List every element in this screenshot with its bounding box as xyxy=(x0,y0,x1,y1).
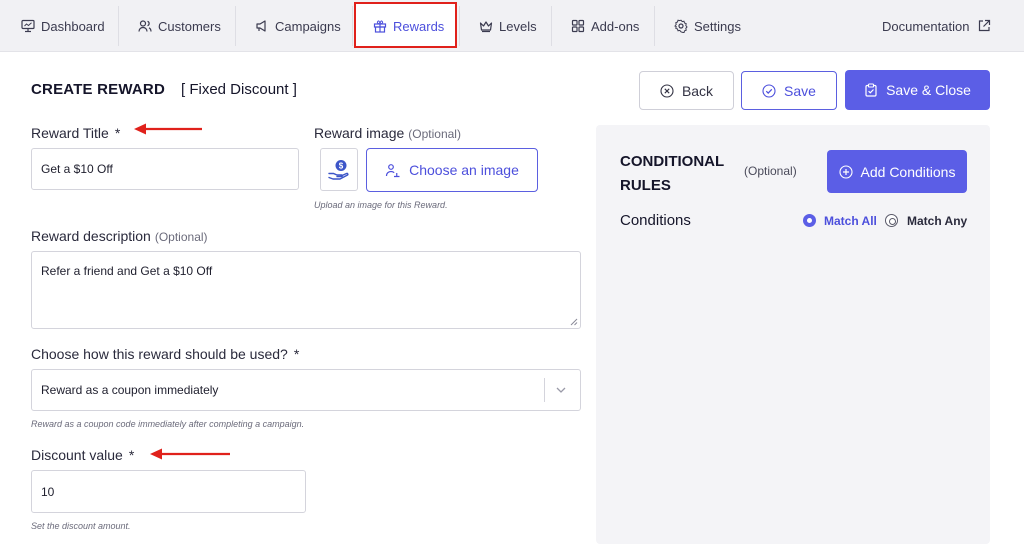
back-button[interactable]: Back xyxy=(639,71,734,110)
reward-description-label: Reward description (Optional) xyxy=(31,228,208,244)
nav-divider xyxy=(654,6,655,46)
match-all-label[interactable]: Match All xyxy=(824,214,877,228)
tab-campaigns-label: Campaigns xyxy=(275,18,341,34)
external-link-icon xyxy=(979,19,991,32)
discount-hint: Set the discount amount. xyxy=(31,521,131,531)
conditions-label: Conditions xyxy=(620,212,691,229)
nav-divider xyxy=(551,6,552,46)
tab-addons[interactable]: Add-ons xyxy=(571,0,639,52)
conditional-rules-optional: (Optional) xyxy=(744,164,797,178)
chevron-down-icon[interactable] xyxy=(554,383,568,397)
tab-rewards[interactable]: Rewards xyxy=(373,0,444,52)
save-close-button-label: Save & Close xyxy=(886,82,971,98)
reward-title-label-text: Reward Title xyxy=(31,125,109,141)
reward-description-value: Refer a friend and Get a $10 Off xyxy=(41,264,213,278)
usage-selected-value: Reward as a coupon immediately xyxy=(41,383,219,397)
annotation-arrow xyxy=(134,123,202,135)
nav-divider xyxy=(459,6,460,46)
tab-dashboard[interactable]: Dashboard xyxy=(21,0,105,52)
usage-hint: Reward as a coupon code immediately afte… xyxy=(31,419,305,429)
save-close-button[interactable]: Save & Close xyxy=(845,70,990,110)
tab-dashboard-label: Dashboard xyxy=(41,18,105,34)
gift-icon xyxy=(373,20,387,33)
resize-handle-icon[interactable] xyxy=(570,318,578,326)
reward-image-label: Reward image (Optional) xyxy=(314,125,461,141)
match-any-radio[interactable] xyxy=(885,214,898,227)
svg-text:$: $ xyxy=(339,161,344,170)
megaphone-icon xyxy=(256,20,266,32)
crown-icon xyxy=(479,21,493,33)
tab-settings-label: Settings xyxy=(694,18,741,34)
tab-addons-label: Add-ons xyxy=(591,18,640,34)
image-upload-icon xyxy=(386,164,400,178)
tab-customers[interactable]: Customers xyxy=(138,0,221,52)
tab-settings[interactable]: Settings xyxy=(674,0,741,52)
reward-image-preview[interactable]: $ xyxy=(320,148,358,191)
choose-image-button[interactable]: Choose an image xyxy=(366,148,538,192)
required-mark: * xyxy=(114,125,121,141)
tab-rewards-label: Rewards xyxy=(393,18,445,34)
choose-image-label: Choose an image xyxy=(409,162,519,178)
discount-value-input[interactable]: 10 xyxy=(31,470,306,513)
image-hint: Upload an image for this Reward. xyxy=(314,200,448,210)
tab-levels-label: Levels xyxy=(499,18,537,34)
required-mark: * xyxy=(293,346,300,362)
grid-icon xyxy=(571,19,585,33)
discount-value-label-text: Discount value xyxy=(31,447,123,463)
usage-label-text: Choose how this reward should be used? xyxy=(31,346,288,362)
discount-value-text: 10 xyxy=(41,484,55,499)
optional-tag: (Optional) xyxy=(408,127,461,141)
nav-divider xyxy=(235,6,236,46)
tab-customers-label: Customers xyxy=(158,18,221,34)
reward-description-label-text: Reward description xyxy=(31,228,151,244)
discount-value-label: Discount value * xyxy=(31,447,134,463)
save-button-label: Save xyxy=(784,82,816,99)
monitor-icon xyxy=(21,19,35,33)
clipboard-check-icon xyxy=(865,83,877,97)
tab-levels[interactable]: Levels xyxy=(479,0,537,52)
save-button[interactable]: Save xyxy=(741,71,837,110)
reward-title-input[interactable]: Get a $10 Off xyxy=(31,148,299,190)
reward-title-label: Reward Title * xyxy=(31,125,120,141)
back-button-label: Back xyxy=(681,82,714,99)
reward-image-label-text: Reward image xyxy=(314,125,405,141)
usage-label: Choose how this reward should be used? * xyxy=(31,346,299,362)
close-circle-icon xyxy=(660,83,674,98)
conditional-rules-title: CONDITIONAL RULES xyxy=(620,153,724,194)
documentation-label: Documentation xyxy=(882,18,970,34)
page-subtitle: [ Fixed Discount ] xyxy=(181,81,297,98)
nav-divider xyxy=(352,6,353,46)
gear-icon xyxy=(674,19,688,33)
top-nav: Dashboard Customers Campaigns Rewards Le… xyxy=(0,0,1024,52)
match-all-radio[interactable] xyxy=(803,214,816,227)
optional-tag: (Optional) xyxy=(154,230,208,244)
tab-campaigns[interactable]: Campaigns xyxy=(255,0,341,52)
add-conditions-label: Add Conditions xyxy=(860,163,956,180)
nav-divider xyxy=(118,6,119,46)
match-any-label[interactable]: Match Any xyxy=(907,214,967,228)
reward-hand-coin-icon: $ xyxy=(328,159,349,180)
documentation-link[interactable]: Documentation xyxy=(882,0,991,52)
check-circle-icon xyxy=(762,83,776,98)
usage-select[interactable]: Reward as a coupon immediately xyxy=(31,369,581,411)
plus-circle-icon xyxy=(838,164,853,179)
annotation-arrow xyxy=(150,448,230,460)
required-mark: * xyxy=(128,447,135,463)
reward-title-value: Get a $10 Off xyxy=(41,162,113,176)
page-title: CREATE REWARD xyxy=(31,81,165,98)
add-conditions-button[interactable]: Add Conditions xyxy=(827,150,967,193)
reward-description-textarea[interactable]: Refer a friend and Get a $10 Off xyxy=(31,251,581,329)
users-icon xyxy=(138,20,152,32)
select-divider xyxy=(544,378,545,402)
